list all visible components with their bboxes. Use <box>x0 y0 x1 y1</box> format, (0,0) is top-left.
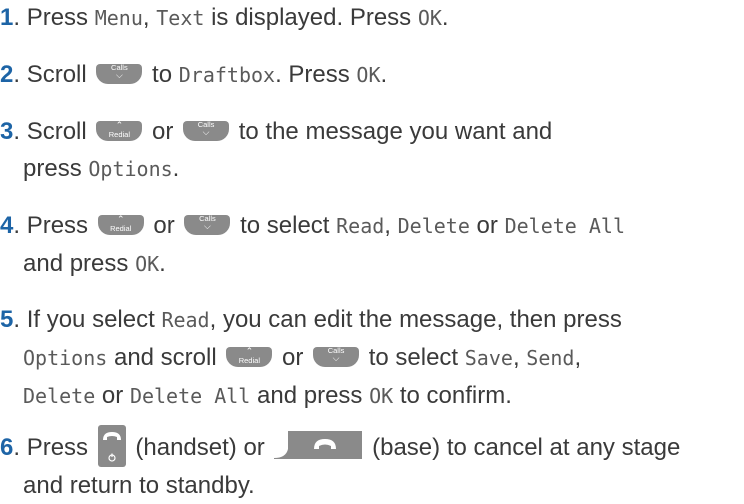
step-text: , <box>574 344 582 371</box>
step-text: to the message you want and <box>232 118 553 145</box>
step-text: . <box>172 155 180 182</box>
step-text: , <box>142 4 157 31</box>
redial-up-key-icon: ⌃ Redial <box>226 347 273 367</box>
key-label: Redial <box>108 130 130 139</box>
display-text-ok: OK <box>356 63 381 87</box>
display-text-delete: Delete <box>23 384 96 408</box>
display-text-text: Text <box>156 6 205 30</box>
step-text: or <box>275 344 311 371</box>
calls-down-key-icon: Calls ⌵ <box>96 64 143 84</box>
step-text: and return to standby. <box>23 472 255 499</box>
calls-down-key-icon: Calls ⌵ <box>184 215 231 235</box>
step-1: 1. Press Menu, Text is displayed. Press … <box>0 0 744 37</box>
step-text: and press <box>250 382 370 409</box>
step-text: (handset) or <box>128 434 272 461</box>
display-text-ok: OK <box>417 6 442 30</box>
step-text: . <box>441 4 449 31</box>
step-5: 5. If you select Read, you can edit the … <box>0 301 744 415</box>
display-text-menu: Menu <box>94 6 143 30</box>
step-text: press <box>23 155 89 182</box>
key-label: Redial <box>110 224 132 233</box>
step-text: (base) to cancel at any stage <box>365 434 681 461</box>
step-text: or <box>95 382 130 409</box>
display-text-options: Options <box>23 346 108 370</box>
step-text: . If you select <box>13 306 162 333</box>
step-number: 1 <box>0 4 14 31</box>
step-text: . <box>159 250 166 277</box>
step-text: , <box>512 344 527 371</box>
step-number: 5 <box>0 306 14 333</box>
step-text: is displayed. Press <box>204 4 418 31</box>
base-end-call-key-icon <box>274 431 363 459</box>
step-text: . Press <box>13 212 95 239</box>
calls-down-key-icon: Calls ⌵ <box>183 121 230 141</box>
display-text-delete: Delete <box>397 214 470 238</box>
display-text-options: Options <box>88 157 173 181</box>
step-number: 4 <box>0 212 14 239</box>
step-text: or <box>146 212 182 239</box>
step-text: . Press <box>13 434 95 461</box>
step-text: , you can edit the message, then press <box>209 306 622 333</box>
calls-down-key-icon: Calls ⌵ <box>313 347 360 367</box>
key-label: Redial <box>238 356 260 365</box>
display-text-delete-all: Delete All <box>504 214 625 238</box>
step-text: or <box>469 212 505 239</box>
display-text-delete-all: Delete All <box>129 384 251 408</box>
step-3: 3. Scroll ⌃ Redial or Calls ⌵ to the messa… <box>0 113 744 188</box>
handset-end-call-key-icon <box>97 425 126 467</box>
redial-up-key-icon: ⌃ Redial <box>96 121 143 141</box>
step-text: to <box>145 61 179 88</box>
display-text-ok: OK <box>135 252 160 276</box>
display-text-draftbox: Draftbox <box>178 63 276 87</box>
step-text: to confirm. <box>393 382 512 409</box>
step-text: . Scroll <box>13 118 94 145</box>
step-number: 6 <box>0 434 14 461</box>
step-4: 4. Press ⌃ Redial or Calls ⌵ to select Rea… <box>0 207 744 283</box>
step-text: . Scroll <box>13 61 94 88</box>
step-text: . Press <box>275 61 357 88</box>
step-text: and press <box>23 250 136 277</box>
step-text: and scroll <box>107 344 224 371</box>
display-text-save: Save <box>464 346 513 370</box>
step-text: , <box>384 212 398 239</box>
step-text: to select <box>362 344 465 371</box>
step-text: . <box>380 61 388 88</box>
step-text: to select <box>233 212 337 239</box>
display-text-read: Read <box>161 308 210 332</box>
display-text-send: Send <box>526 346 575 370</box>
step-2: 2. Scroll Calls ⌵ to Draftbox. Press OK. <box>0 56 744 94</box>
step-6: 6. Press (handset) or (base) to cancel a… <box>0 425 744 504</box>
display-text-ok: OK <box>369 384 394 408</box>
redial-up-key-icon: ⌃ Redial <box>97 215 144 235</box>
step-text: . Press <box>13 4 95 31</box>
display-text-read: Read <box>336 214 385 238</box>
step-text: or <box>145 118 181 145</box>
step-number: 3 <box>0 118 14 145</box>
step-number: 2 <box>0 61 14 88</box>
